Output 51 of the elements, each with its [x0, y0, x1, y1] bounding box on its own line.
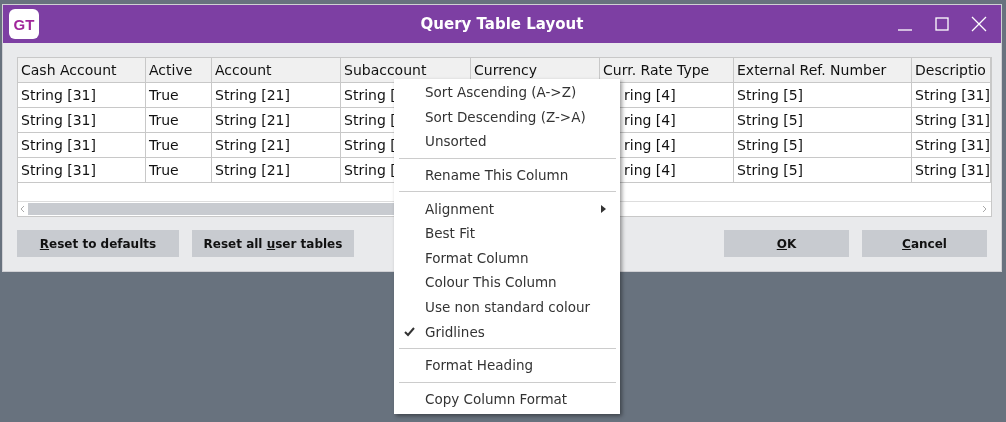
checkmark-icon — [404, 326, 415, 337]
close-icon[interactable] — [971, 16, 987, 32]
table-cell: String [31] — [912, 83, 991, 107]
table-cell: String [31] — [912, 108, 991, 132]
column-header[interactable]: Cash Account — [18, 58, 146, 82]
table-cell: String [31] — [912, 133, 991, 157]
dialog-button[interactable]: Reset to defaults — [17, 230, 179, 257]
column-header[interactable]: Active — [146, 58, 212, 82]
menu-item-label: Alignment — [425, 200, 495, 217]
menu-item[interactable]: Copy Column Format — [394, 386, 620, 412]
menu-item-label: Gridlines — [425, 323, 485, 340]
dialog-button[interactable]: OK — [724, 230, 849, 257]
table-cell: String [31] — [18, 133, 146, 157]
menu-item-label: Colour This Column — [425, 274, 557, 291]
table-cell: String [31] — [18, 83, 146, 107]
menu-item[interactable]: Best Fit — [394, 220, 620, 246]
table-cell: True — [146, 133, 212, 157]
menu-item[interactable]: Use non standard colour — [394, 294, 620, 320]
app-logo: GT — [9, 9, 39, 39]
menu-item[interactable]: Colour This Column — [394, 270, 620, 295]
table-cell: String [31] — [912, 158, 991, 182]
menu-item-label: Use non standard colour — [425, 299, 591, 316]
dialog-button[interactable]: Cancel — [862, 230, 987, 257]
table-cell: True — [146, 108, 212, 132]
menu-item-label: Format Column — [425, 249, 529, 266]
table-cell: String [21] — [212, 83, 341, 107]
maximize-icon[interactable] — [935, 17, 949, 31]
menu-item[interactable]: Format Column — [394, 245, 620, 271]
menu-item[interactable]: Format Heading — [394, 352, 620, 378]
table-cell: True — [146, 83, 212, 107]
submenu-arrow-icon — [601, 204, 606, 213]
menu-item[interactable]: Alignment — [394, 196, 620, 221]
table-cell: String [31] — [18, 108, 146, 132]
table-cell: String [5] — [734, 83, 912, 107]
table-cell: String [5] — [734, 158, 912, 182]
table-cell: String [21] — [212, 133, 341, 157]
menu-item[interactable]: Gridlines — [394, 319, 620, 344]
column-header[interactable]: External Ref. Number — [734, 58, 912, 82]
column-header[interactable]: Descriptio — [912, 58, 991, 82]
column-header[interactable]: Account — [212, 58, 341, 82]
table-cell: String [31] — [18, 158, 146, 182]
table-cell: String [5] — [734, 108, 912, 132]
table-cell: True — [146, 158, 212, 182]
window-title: Query Table Layout — [420, 15, 584, 33]
menu-item-label: Best Fit — [425, 225, 475, 242]
table-cell: String [21] — [212, 158, 341, 182]
menu-item-label: Copy Column Format — [425, 390, 568, 407]
menu-item-label: Format Heading — [425, 357, 534, 374]
dialog-button[interactable]: Reset all user tables — [192, 230, 354, 257]
table-cell: String [21] — [212, 108, 341, 132]
table-cell: String [5] — [734, 133, 912, 157]
